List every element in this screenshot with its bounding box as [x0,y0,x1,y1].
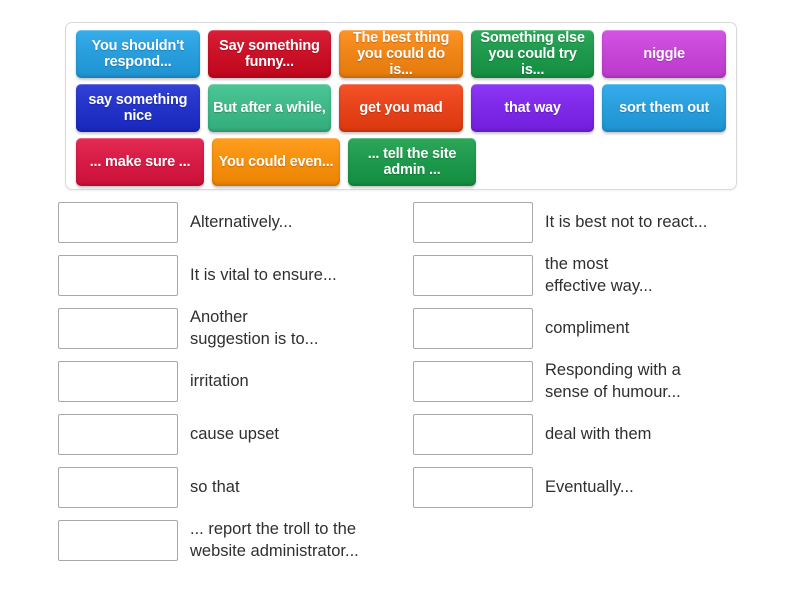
answer-tile-label: sort them out [619,99,710,116]
answer-row: Eventually... [413,461,773,514]
answer-row: deal with them [413,408,773,461]
answer-prompt-text: the most effective way... [545,255,653,295]
answer-row: irritation [58,355,418,408]
answer-prompt-text: Another suggestion is to... [190,308,319,348]
answer-tile[interactable]: The best thing you could do is... [339,30,463,78]
answer-drop-box[interactable] [58,202,178,243]
answer-row: Another suggestion is to... [58,302,418,355]
answer-tile[interactable]: ... tell the site admin ... [348,138,476,186]
tile-bank-panel: You shouldn't respond... Say something fu… [65,22,737,190]
answer-tile[interactable]: get you mad [339,84,463,132]
answer-row: the most effective way... [413,249,773,302]
answer-prompt-text: Eventually... [545,477,634,496]
answer-drop-box[interactable] [58,467,178,508]
answer-tile[interactable]: niggle [602,30,726,78]
answer-row: so that [58,461,418,514]
answer-prompt-text: compliment [545,318,630,337]
answer-tile-label: You shouldn't respond... [91,37,185,70]
answer-tile-label: ... make sure ... [89,153,191,170]
answer-tile[interactable]: You shouldn't respond... [76,30,200,78]
answer-prompt-text: so that [190,477,240,496]
answer-row: Responding with a sense of humour... [413,355,773,408]
answer-tile[interactable]: that way [470,84,595,132]
answer-tile-label: get you mad [359,99,443,116]
answer-prompt-text: It is vital to ensure... [190,265,337,284]
answer-drop-box[interactable] [413,308,533,349]
answer-drop-box[interactable] [58,361,178,402]
answer-area: Alternatively... It is vital to ensure...… [0,196,800,596]
answer-tile-label: ... tell the site admin ... [367,145,457,178]
answer-row: Alternatively... [58,196,418,249]
tile-row: say something nice But after a while, get … [72,84,730,138]
answer-prompt-text: It is best not to react... [545,212,708,231]
answer-column-right: It is best not to react... the most effec… [413,196,773,514]
answer-column-left: Alternatively... It is vital to ensure...… [58,196,418,567]
answer-tile-label: niggle [643,45,685,62]
answer-tile-label: Something else you could try is... [480,29,585,79]
answer-drop-box[interactable] [58,255,178,296]
answer-drop-box[interactable] [413,467,533,508]
answer-row: cause upset [58,408,418,461]
answer-tile-label: say something nice [88,91,188,124]
answer-tile[interactable]: Something else you could try is... [470,29,595,79]
answer-row: ... report the troll to the website admi… [58,514,418,567]
answer-row: It is best not to react... [413,196,773,249]
answer-tile-label: The best thing you could do is... [352,29,450,79]
answer-row: compliment [413,302,773,355]
answer-tile-label: Say something funny... [219,37,320,70]
tile-row: ... make sure ... You could even... ... te… [72,138,730,192]
answer-tile[interactable]: But after a while, [207,84,332,132]
answer-prompt-text: cause upset [190,424,279,443]
answer-prompt-text: ... report the troll to the website admi… [190,520,359,560]
answer-drop-box[interactable] [413,255,533,296]
answer-tile[interactable]: sort them out [602,84,726,132]
answer-prompt-text: irritation [190,371,249,390]
answer-tile-label: You could even... [218,153,334,170]
answer-tile[interactable]: say something nice [76,84,200,132]
answer-drop-box[interactable] [413,361,533,402]
answer-prompt-text: Alternatively... [190,212,293,231]
answer-drop-box[interactable] [58,308,178,349]
answer-tile[interactable]: ... make sure ... [76,138,204,186]
answer-tile-label: that way [504,99,561,116]
answer-drop-box[interactable] [58,520,178,561]
answer-tile-label: But after a while, [213,99,326,116]
answer-tile[interactable]: You could even... [212,138,340,186]
answer-drop-box[interactable] [413,202,533,243]
answer-drop-box[interactable] [58,414,178,455]
answer-prompt-text: Responding with a sense of humour... [545,361,681,401]
tile-row: You shouldn't respond... Say something fu… [72,30,730,84]
answer-row: It is vital to ensure... [58,249,418,302]
answer-drop-box[interactable] [413,414,533,455]
answer-prompt-text: deal with them [545,424,652,443]
answer-tile[interactable]: Say something funny... [207,30,332,78]
